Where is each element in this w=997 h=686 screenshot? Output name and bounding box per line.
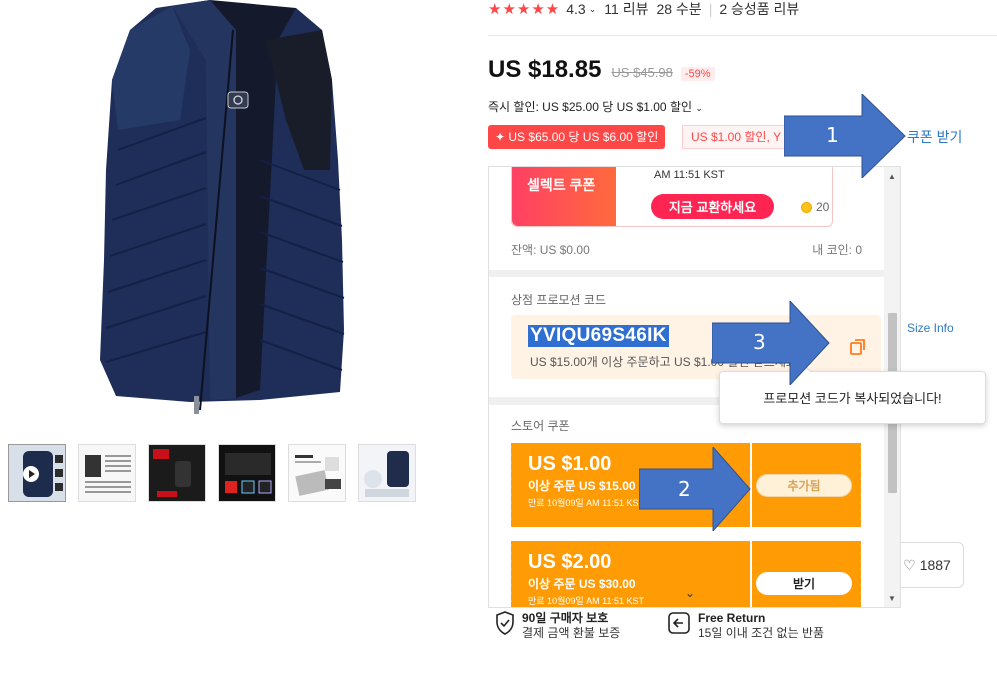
coupon-expiry: 만료 10월09일 AM 11:51 KST bbox=[528, 498, 645, 508]
shield-check-icon bbox=[496, 611, 514, 635]
wishlist-count: 1887 bbox=[919, 557, 951, 573]
discount-badge: -59% bbox=[680, 67, 715, 81]
coin-cost-value: 20 bbox=[816, 200, 830, 214]
balance-text: 잔액: US $0.00 bbox=[511, 243, 590, 257]
rating-score[interactable]: 4.3 bbox=[566, 1, 585, 17]
original-price: US $45.98 bbox=[611, 65, 673, 80]
coupon-added-button[interactable]: 추가됨 bbox=[756, 474, 852, 497]
copy-icon[interactable] bbox=[848, 337, 868, 357]
thumbnail-2[interactable] bbox=[78, 444, 136, 502]
protection-title: 90일 구매자 보호 bbox=[522, 611, 609, 625]
thumbnail-strip bbox=[8, 444, 416, 502]
annotation-label-1: 1 bbox=[826, 123, 839, 147]
coin-icon bbox=[801, 201, 812, 213]
annotation-arrow-3 bbox=[712, 301, 830, 385]
wishlist-button[interactable]: ♡ 1887 bbox=[890, 542, 964, 588]
coupon-expiry: 만료 10월09일 AM 11:51 KST bbox=[528, 596, 645, 606]
scroll-down-icon[interactable]: ▼ bbox=[888, 594, 896, 603]
annotation-label-2: 2 bbox=[678, 477, 691, 501]
price-row: US $18.85 US $45.98 -59% bbox=[488, 56, 715, 84]
get-coupon-link[interactable]: 쿠폰 받기 bbox=[907, 127, 962, 147]
coupon-condition: 이상 주문 US $15.00 bbox=[528, 479, 636, 493]
protection-subtitle: 결제 금액 환불 보증 bbox=[522, 626, 621, 640]
ticket-edge bbox=[858, 443, 864, 527]
photo-review-count[interactable]: 2 승성품 리뷰 bbox=[719, 0, 799, 19]
return-subtitle: 15일 이내 조건 없는 반품 bbox=[698, 626, 825, 640]
review-count[interactable]: 11 리뷰 bbox=[604, 0, 648, 19]
annotation-arrow-2 bbox=[639, 447, 751, 531]
chevron-down-icon: ⌄ bbox=[695, 103, 703, 113]
exchange-now-button[interactable]: 지금 교환하세요 bbox=[651, 194, 774, 219]
thumbnail-3[interactable] bbox=[148, 444, 206, 502]
instant-discount-text: 즉시 할인: US $25.00 당 US $1.00 할인 bbox=[488, 100, 693, 114]
promo-code[interactable]: YVIQU69S46IK bbox=[528, 325, 669, 347]
instant-discount[interactable]: 즉시 할인: US $25.00 당 US $1.00 할인 ⌄ bbox=[488, 98, 703, 115]
ticket-edge bbox=[508, 541, 514, 607]
coupon-amount: US $1.00 bbox=[528, 453, 612, 475]
outline-discount-tag[interactable]: US $1.00 할인, Y bbox=[682, 125, 792, 149]
store-coupon-info: US $2.00 이상 주문 US $30.00 만료 10월09일 AM 11… bbox=[508, 541, 750, 607]
annotation-label-3: 3 bbox=[753, 330, 766, 354]
free-return: Free Return 15일 이내 조건 없는 반품 bbox=[667, 611, 824, 641]
select-coupon-label: 셀렉트 쿠폰 bbox=[527, 177, 596, 193]
toast-message: 프로모션 코드가 복사되었습니다! bbox=[763, 391, 942, 406]
sold-count: 28 수분 bbox=[656, 1, 702, 17]
divider bbox=[488, 35, 997, 36]
annotation-arrow-1 bbox=[784, 94, 906, 178]
return-title: Free Return bbox=[698, 611, 766, 625]
ticket-edge bbox=[508, 443, 514, 527]
current-price: US $18.85 bbox=[488, 56, 602, 83]
rating-stars: ★★★★★ bbox=[488, 1, 561, 18]
coupon-condition: 이상 주문 US $30.00 bbox=[528, 577, 636, 591]
select-coupon-section: 셀렉트 쿠폰 AM 11:51 KST 지금 교환하세요 20 잔액: US $… bbox=[489, 167, 884, 270]
red-discount-tag[interactable]: ✦ US $65.00 당 US $6.00 할인 bbox=[488, 125, 666, 149]
thumbnail-6[interactable] bbox=[358, 444, 416, 502]
chevron-down-icon: ⌄ bbox=[588, 3, 597, 14]
chevron-down-icon[interactable]: ⌄ bbox=[685, 586, 695, 600]
heart-icon: ♡ bbox=[903, 556, 916, 573]
buyer-protection: 90일 구매자 보호 결제 금액 환불 보증 bbox=[495, 611, 620, 641]
coupon-amount: US $2.00 bbox=[528, 551, 612, 573]
select-coupon-time: AM 11:51 KST bbox=[654, 169, 725, 181]
select-coupon-badge: 셀렉트 쿠폰 bbox=[512, 167, 616, 226]
store-coupon-title: 스토어 쿠폰 bbox=[511, 419, 570, 433]
get-coupon-button[interactable]: 받기 bbox=[756, 572, 852, 595]
product-main-image bbox=[100, 0, 345, 414]
store-promo-title: 상점 프로모션 코드 bbox=[511, 293, 606, 307]
my-coin-text: 내 코인: 0 bbox=[812, 243, 862, 257]
thumbnail-5[interactable] bbox=[288, 444, 346, 502]
coin-cost: 20 bbox=[801, 200, 829, 214]
ticket-edge bbox=[858, 541, 864, 607]
rating-row: ★★★★★ 4.3 ⌄ 11 리뷰 28 수분 | 2 승성품 리뷰 bbox=[488, 0, 799, 18]
thumbnail-4[interactable] bbox=[218, 444, 276, 502]
sparkle-icon: ✦ bbox=[495, 130, 509, 144]
red-discount-tag-label: US $65.00 당 US $6.00 할인 bbox=[508, 130, 659, 144]
size-info-link[interactable]: Size Info bbox=[907, 321, 954, 335]
thumbnail-1[interactable] bbox=[8, 444, 66, 502]
store-coupon-action: 받기 bbox=[752, 541, 864, 607]
store-coupon-action: 추가됨 bbox=[752, 443, 864, 527]
return-icon bbox=[668, 612, 690, 634]
separator: | bbox=[708, 1, 713, 17]
